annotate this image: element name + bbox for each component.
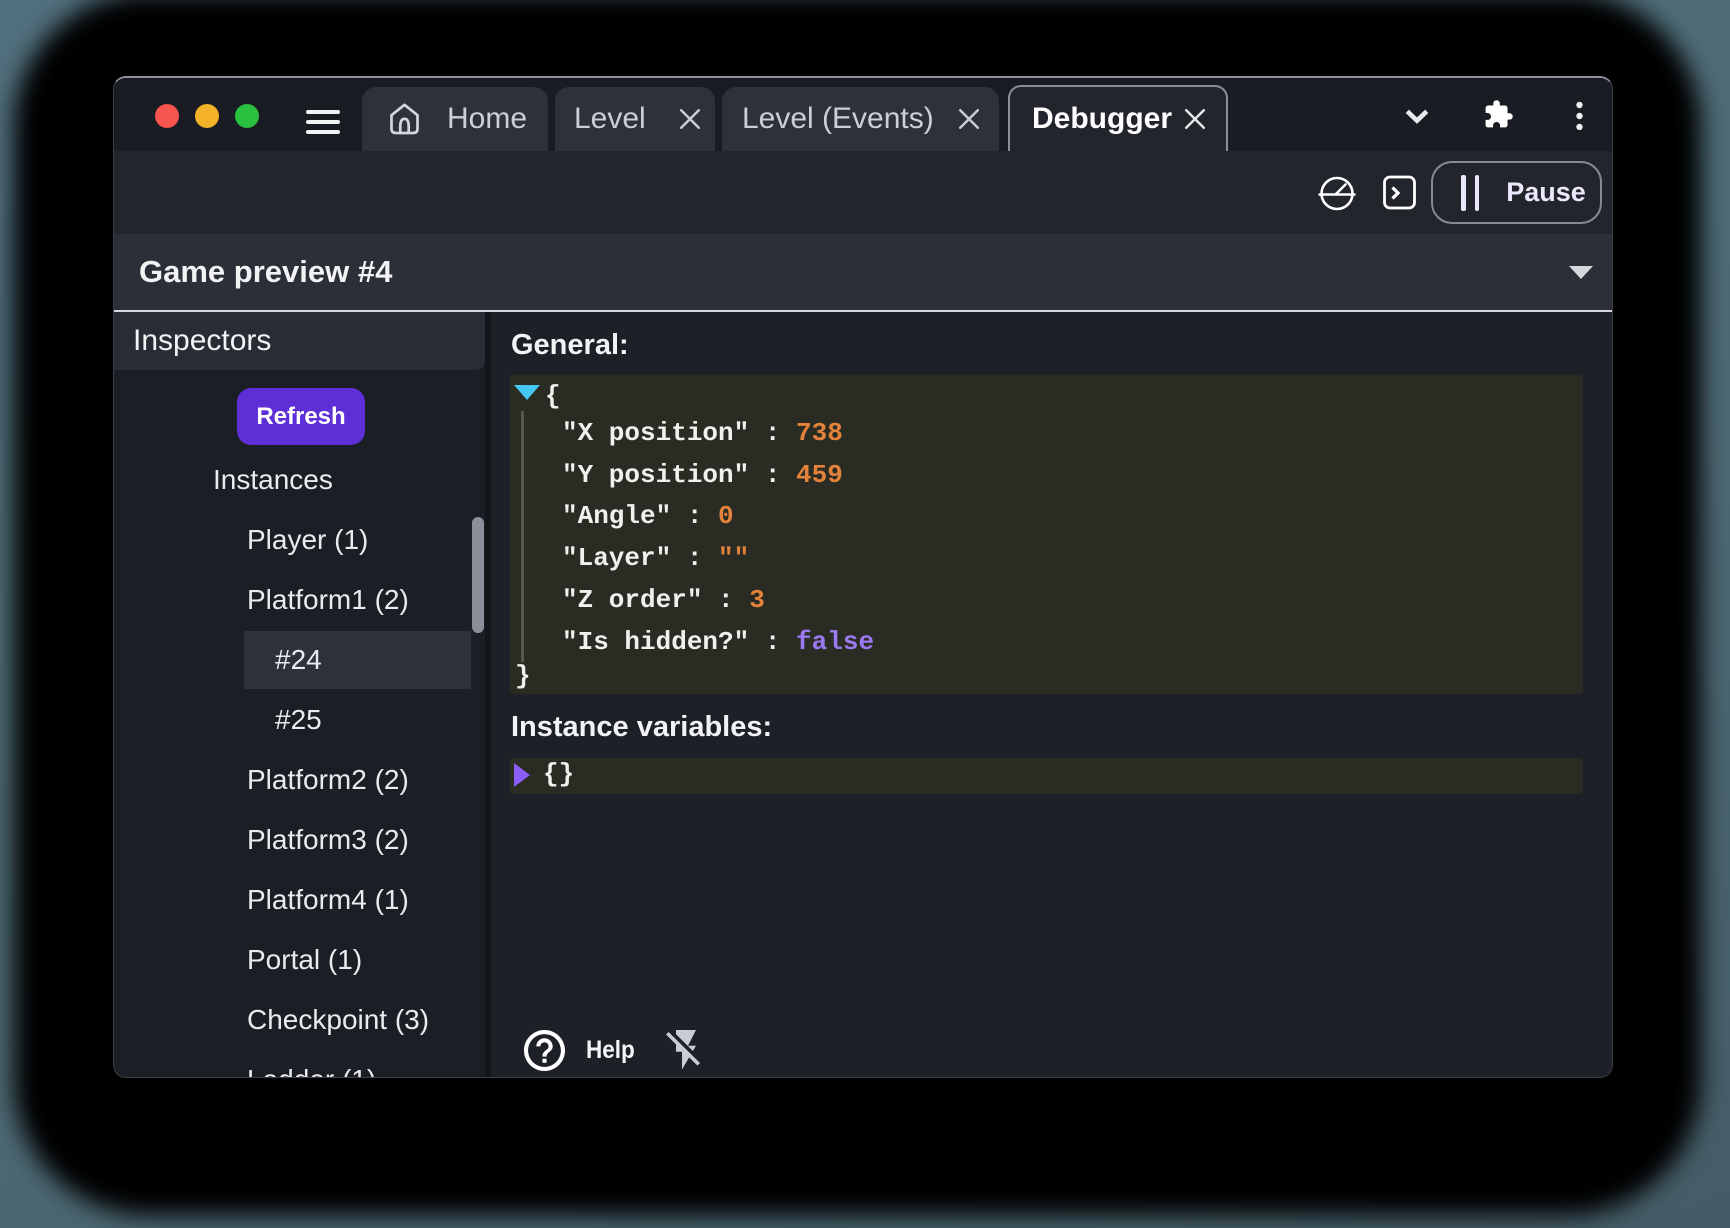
profiler-icon[interactable] bbox=[1318, 174, 1356, 212]
pause-button[interactable]: Pause bbox=[1431, 161, 1602, 224]
tab-label: Debugger bbox=[1032, 102, 1172, 136]
tree-item-label: Platform3 (2) bbox=[247, 824, 409, 856]
json-line: "Z order" : 3 bbox=[562, 585, 765, 615]
tab-home[interactable]: Home bbox=[362, 87, 548, 151]
app-window: Home Level Level (Events) Debugger Pause Ga… bbox=[113, 76, 1613, 1078]
content-area: Inspectors Refresh InstancesPlayer (1)Pl… bbox=[114, 312, 1612, 1077]
tree-item-portal-1[interactable]: Portal (1) bbox=[114, 931, 471, 989]
tree-item-platform3-2[interactable]: Platform3 (2) bbox=[114, 811, 471, 869]
game-preview-header[interactable]: Game preview #4 bbox=[114, 234, 1612, 310]
json-line: { bbox=[545, 381, 561, 411]
tree-item-label: Player (1) bbox=[247, 524, 368, 556]
tab-label: Level (Events) bbox=[742, 102, 934, 136]
menu-icon[interactable] bbox=[306, 110, 340, 134]
instances-tree: Instances Player (1) Platform1 (2) #24 #25 Pl… bbox=[114, 312, 485, 1077]
inspectors-sidebar: Inspectors Refresh InstancesPlayer (1)Pl… bbox=[114, 312, 485, 1077]
chevron-down-icon[interactable] bbox=[1405, 109, 1429, 124]
tree-item-label: Platform1 (2) bbox=[247, 584, 409, 616]
minimize-window-button[interactable] bbox=[195, 104, 219, 128]
tab-label: Level bbox=[574, 102, 646, 136]
help-icon[interactable] bbox=[524, 1030, 565, 1071]
empty-object-text: {} bbox=[543, 759, 574, 789]
inspector-panel: General: {"X position" : 738 "Y position"… bbox=[485, 312, 1612, 1077]
tree-item-label: Checkpoint (3) bbox=[247, 1004, 429, 1036]
maximize-window-button[interactable] bbox=[235, 104, 259, 128]
tree-item-label: Platform2 (2) bbox=[247, 764, 409, 796]
tree-item-24[interactable]: #24 bbox=[244, 631, 471, 689]
pause-button-label: Pause bbox=[1506, 177, 1586, 208]
extension-icon[interactable] bbox=[1483, 99, 1514, 130]
json-line: "Layer" : "" bbox=[562, 543, 749, 573]
tree-item-label: Platform4 (1) bbox=[247, 884, 409, 916]
tree-item-label: #25 bbox=[275, 704, 322, 736]
tree-item-checkpoint-3[interactable]: Checkpoint (3) bbox=[114, 991, 471, 1049]
json-line: } bbox=[515, 661, 531, 691]
flash-off-icon[interactable] bbox=[666, 1030, 700, 1071]
close-window-button[interactable] bbox=[155, 104, 179, 128]
instance-variables-label: Instance variables: bbox=[511, 711, 772, 744]
sidebar-scrollbar[interactable] bbox=[472, 517, 484, 633]
collapsed-triangle-icon[interactable] bbox=[514, 763, 530, 787]
collapse-caret-icon bbox=[1569, 266, 1593, 279]
json-line: "Y position" : 459 bbox=[562, 460, 843, 490]
pause-icon bbox=[1461, 175, 1479, 211]
home-icon bbox=[388, 102, 421, 136]
window-controls bbox=[155, 104, 259, 128]
json-line: "X position" : 738 bbox=[562, 418, 843, 448]
tab-level-events[interactable]: Level (Events) bbox=[722, 87, 999, 151]
general-label: General: bbox=[511, 329, 629, 362]
general-json-view: {"X position" : 738 "Y position" : 459 "An… bbox=[510, 375, 1583, 694]
game-preview-title: Game preview #4 bbox=[139, 254, 392, 290]
tree-item-label: Ladder (1) bbox=[247, 1064, 376, 1078]
tab-bar: Home Level Level (Events) Debugger bbox=[362, 85, 1228, 151]
tab-close-icon[interactable] bbox=[1183, 107, 1207, 131]
tree-item-label: Instances bbox=[213, 464, 333, 496]
kebab-menu-icon[interactable] bbox=[1576, 100, 1583, 130]
json-line: "Angle" : 0 bbox=[562, 501, 734, 531]
help-label: Help bbox=[586, 1036, 633, 1065]
tree-item-platform2-2[interactable]: Platform2 (2) bbox=[114, 751, 471, 809]
tab-close-icon[interactable] bbox=[678, 107, 702, 131]
indent-guide bbox=[521, 411, 524, 662]
title-bar: Home Level Level (Events) Debugger bbox=[114, 78, 1612, 151]
tree-item-25[interactable]: #25 bbox=[114, 691, 471, 749]
json-line: "Is hidden?" : false bbox=[562, 627, 874, 657]
tree-item-platform1-2[interactable]: Platform1 (2) bbox=[114, 571, 471, 629]
tree-item-platform4-1[interactable]: Platform4 (1) bbox=[114, 871, 471, 929]
console-icon[interactable] bbox=[1383, 175, 1416, 210]
instance-variables-json-view: {} bbox=[510, 758, 1583, 794]
expanded-triangle-icon[interactable] bbox=[514, 385, 540, 400]
tree-item-ladder-1[interactable]: Ladder (1) bbox=[114, 1051, 471, 1078]
debugger-toolbar: Pause bbox=[114, 151, 1612, 234]
help-row: Help bbox=[524, 1030, 700, 1071]
tab-level[interactable]: Level bbox=[555, 87, 715, 151]
tab-label: Home bbox=[447, 102, 527, 136]
tab-debugger[interactable]: Debugger bbox=[1008, 85, 1228, 151]
tree-item-label: Portal (1) bbox=[247, 944, 362, 976]
tab-close-icon[interactable] bbox=[957, 107, 981, 131]
tree-item-instances[interactable]: Instances bbox=[114, 451, 471, 509]
tree-item-player-1[interactable]: Player (1) bbox=[114, 511, 471, 569]
tree-item-label: #24 bbox=[275, 644, 322, 676]
